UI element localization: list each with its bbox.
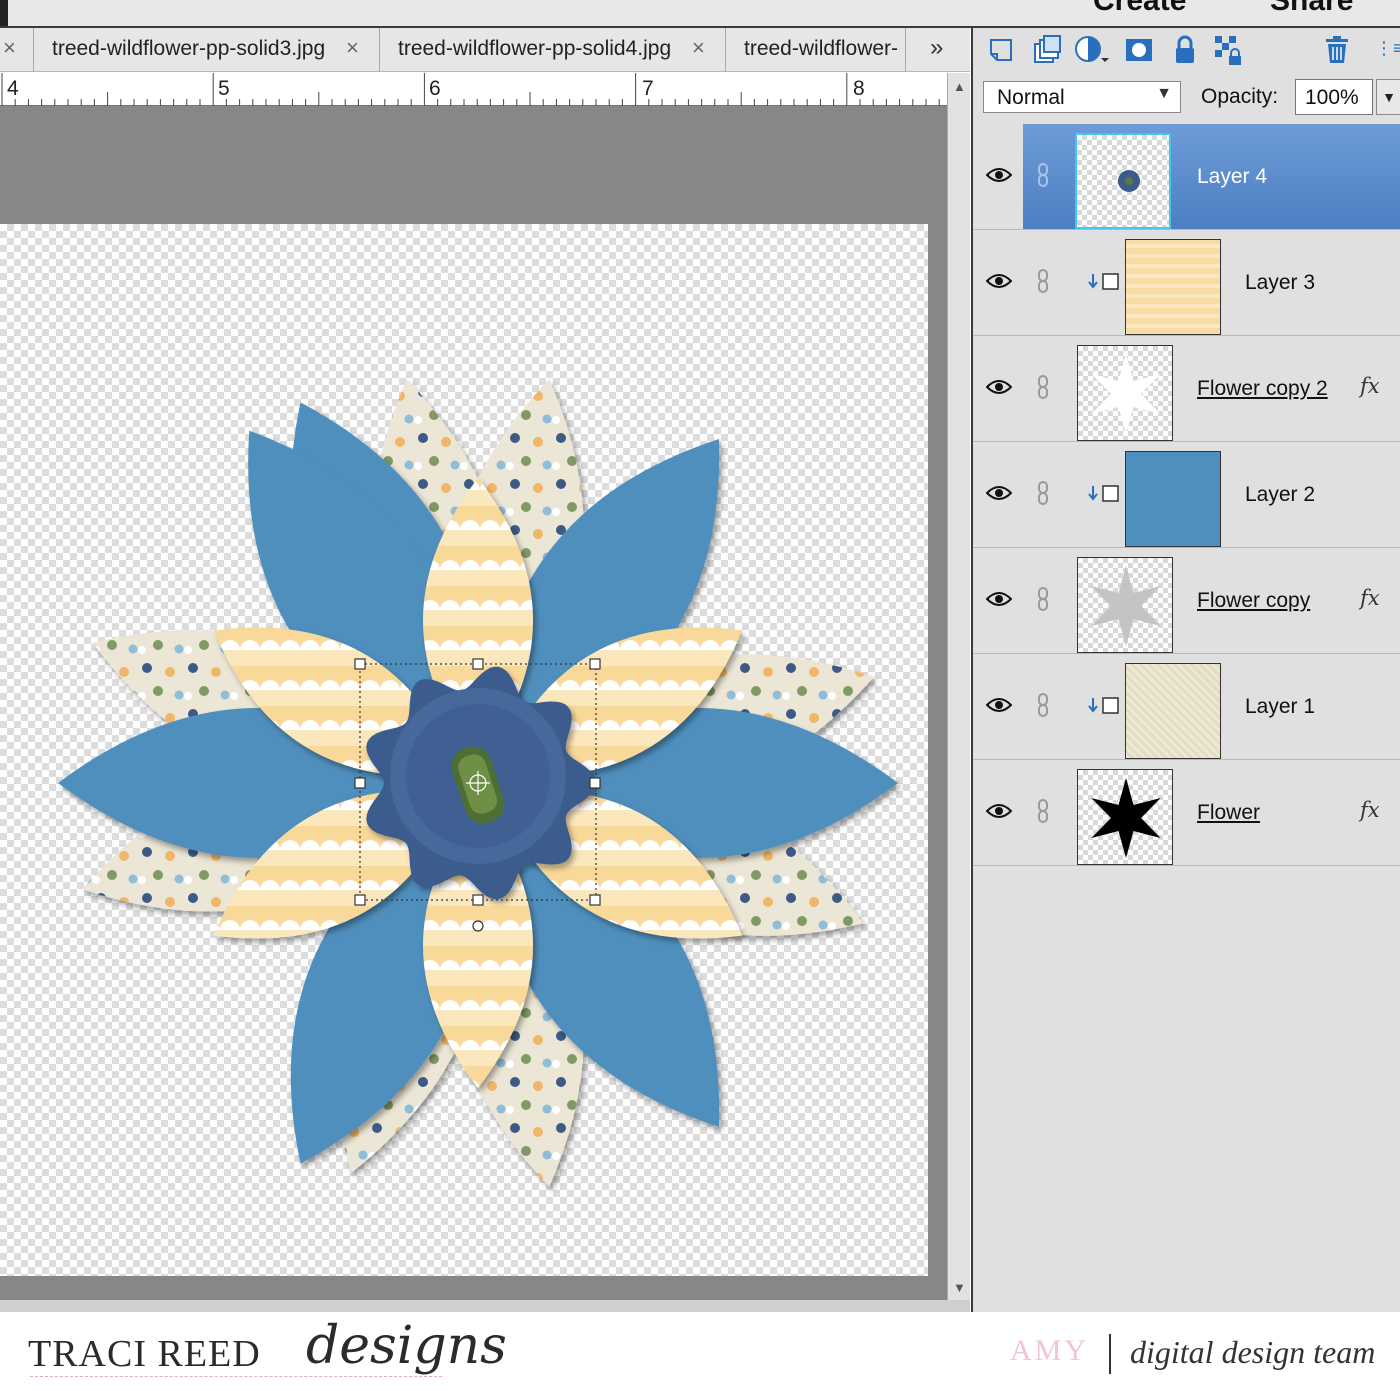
new-layer-icon[interactable] <box>985 34 1017 66</box>
blend-mode-select[interactable]: Normal ▼ <box>983 81 1181 113</box>
designer-name: AMY <box>1010 1334 1090 1367</box>
clipping-mask-icon <box>1088 485 1119 502</box>
clipping-mask-icon <box>1088 273 1119 290</box>
panel-menu-icon[interactable]: ⋮≡ <box>1375 38 1400 59</box>
chevron-down-icon: ▼ <box>1156 85 1172 102</box>
button-thumbnail-art <box>1118 170 1140 192</box>
layers-toolbar: ⋮≡ <box>973 28 1400 72</box>
layer-thumbnail <box>1077 557 1173 653</box>
eye-icon[interactable] <box>986 801 1012 821</box>
tab-label: treed-wildflower-pp-solid4.jpg <box>398 37 672 60</box>
lock-transparency-icon[interactable] <box>1213 34 1245 66</box>
scroll-up-icon[interactable]: ▲ <box>953 79 966 94</box>
gray-star-thumbnail-art <box>1091 566 1161 646</box>
white-star-thumbnail-art <box>1091 354 1161 434</box>
tab-wildflower-partial[interactable]: treed-wildflower- <box>726 28 906 72</box>
tab-close-icon[interactable]: × <box>346 35 359 61</box>
eye-icon[interactable] <box>986 377 1012 397</box>
fx-icon[interactable]: fx <box>1360 798 1380 822</box>
top-menu-strip: Create Share <box>0 0 1400 28</box>
opacity-input[interactable]: 100% <box>1295 79 1373 115</box>
flower-artwork[interactable] <box>0 224 928 1276</box>
link-icon[interactable] <box>1036 268 1050 294</box>
tab-solid4[interactable]: treed-wildflower-pp-solid4.jpg × <box>380 28 726 72</box>
link-icon[interactable] <box>1036 586 1050 612</box>
link-icon[interactable] <box>1036 692 1050 718</box>
vertical-scrollbar[interactable]: ▲ ▼ <box>947 73 970 1301</box>
brand-logo: TRACI REED designs <box>28 1316 507 1394</box>
horizontal-ruler: 4 5 6 7 8 <box>0 73 947 106</box>
layer-thumbnail <box>1077 769 1173 865</box>
eye-icon[interactable] <box>986 165 1012 185</box>
more-tabs-icon[interactable]: » <box>930 34 943 62</box>
ruler-ticks <box>1 73 940 106</box>
tab-close-icon[interactable]: × <box>692 35 705 61</box>
horizontal-scrollbar[interactable] <box>0 1300 970 1312</box>
document-canvas[interactable] <box>0 224 928 1276</box>
link-icon[interactable] <box>1036 798 1050 824</box>
brand-script: designs <box>306 1316 507 1376</box>
layer-row-flower[interactable]: Flower fx <box>973 760 1400 866</box>
layer-name[interactable]: Flower copy <box>1197 589 1310 613</box>
layer-name[interactable]: Layer 4 <box>1197 165 1267 189</box>
layer-name[interactable]: Layer 1 <box>1245 695 1315 719</box>
opacity-label: Opacity: <box>1201 85 1279 108</box>
ruler-number: 5 <box>218 77 230 100</box>
ruler-number: 4 <box>7 77 19 100</box>
layer-row-layer-3[interactable]: Layer 3 <box>973 230 1400 336</box>
fx-icon[interactable]: fx <box>1360 586 1380 610</box>
design-team-label: digital design team <box>1130 1334 1376 1370</box>
brand-name: TRACI REED <box>28 1333 261 1375</box>
delete-layer-icon[interactable] <box>1321 34 1353 66</box>
ruler-number: 7 <box>642 77 654 100</box>
opacity-value: 100% <box>1305 86 1359 109</box>
opacity-slider-toggle[interactable]: ▼ <box>1376 79 1400 115</box>
lock-all-icon[interactable] <box>1169 34 1201 66</box>
brand-underline <box>30 1376 442 1377</box>
layer-name[interactable]: Layer 2 <box>1245 483 1315 507</box>
layer-thumbnail <box>1125 663 1221 759</box>
document-tab-bar: × treed-wildflower-pp-solid3.jpg × treed… <box>0 28 970 72</box>
layer-thumbnail <box>1077 345 1173 441</box>
layer-thumbnail <box>1075 133 1171 229</box>
tab-solid3[interactable]: treed-wildflower-pp-solid3.jpg × <box>34 28 380 72</box>
adjustment-layer-icon[interactable] <box>1073 34 1113 66</box>
black-star-thumbnail-art <box>1091 778 1161 858</box>
layer-row-layer-4[interactable]: Layer 4 <box>973 124 1400 230</box>
footer-divider <box>1109 1334 1111 1374</box>
layer-thumbnail <box>1125 451 1221 547</box>
ruler-number: 8 <box>853 77 865 100</box>
eye-icon[interactable] <box>986 271 1012 291</box>
tab-label: treed-wildflower-pp-solid3.jpg <box>52 37 326 60</box>
share-menu[interactable]: Share <box>1270 0 1353 18</box>
layer-name[interactable]: Flower copy 2 <box>1197 377 1328 401</box>
blend-mode-value: Normal <box>997 86 1065 109</box>
clipping-mask-icon <box>1088 697 1119 714</box>
eye-icon[interactable] <box>986 695 1012 715</box>
layer-name[interactable]: Flower <box>1197 801 1260 825</box>
link-icon[interactable] <box>1036 374 1050 400</box>
ruler-number: 6 <box>429 77 441 100</box>
canvas-workspace[interactable] <box>0 106 947 1300</box>
link-icon[interactable] <box>1036 480 1050 506</box>
eye-icon[interactable] <box>986 483 1012 503</box>
tab-previous-partial[interactable]: × <box>0 28 34 72</box>
tab-label: treed-wildflower- <box>744 37 899 60</box>
link-icon[interactable] <box>1036 162 1050 188</box>
layer-row-layer-2[interactable]: Layer 2 <box>973 442 1400 548</box>
scroll-down-icon[interactable]: ▼ <box>953 1280 966 1295</box>
layer-mask-icon[interactable] <box>1123 34 1155 66</box>
eye-icon[interactable] <box>986 589 1012 609</box>
layer-thumbnail <box>1125 239 1221 335</box>
tab-close-icon[interactable]: × <box>3 35 16 61</box>
layer-row-flower-copy[interactable]: Flower copy fx <box>973 548 1400 654</box>
layer-row-flower-copy-2[interactable]: Flower copy 2 fx <box>973 336 1400 442</box>
create-menu[interactable]: Create <box>1093 0 1186 18</box>
fx-icon[interactable]: fx <box>1360 374 1380 398</box>
window-edge <box>0 0 8 26</box>
layers-panel: ⋮≡ Normal ▼ Opacity: 100% ▼ Layer 4 Laye… <box>971 28 1400 1312</box>
layer-name[interactable]: Layer 3 <box>1245 271 1315 295</box>
new-group-icon[interactable] <box>1031 34 1063 66</box>
layer-row-layer-1[interactable]: Layer 1 <box>973 654 1400 760</box>
